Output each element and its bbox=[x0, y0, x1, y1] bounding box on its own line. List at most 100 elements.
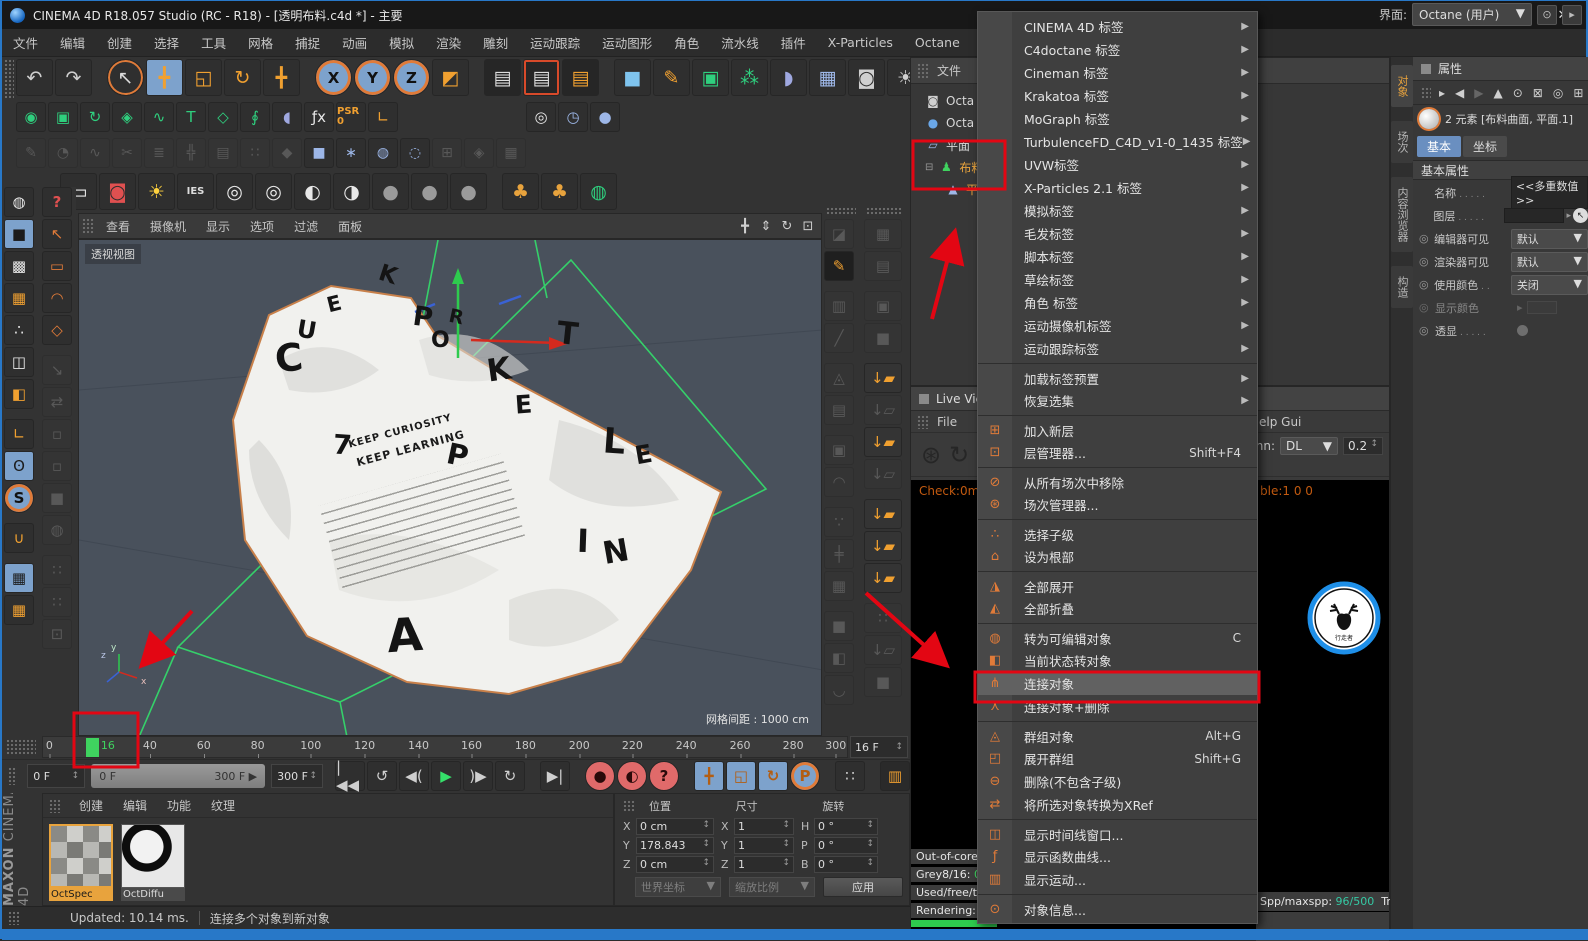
toolbar-icon[interactable]: Y bbox=[354, 59, 391, 96]
context-menu-tag-item[interactable]: 加载标签预置 ▶ bbox=[978, 363, 1257, 389]
keyframe-radio-icon[interactable]: ◎ bbox=[1419, 324, 1431, 337]
tool-icon[interactable]: ◇ bbox=[42, 315, 72, 345]
toolbar-icon[interactable]: ╋ bbox=[146, 59, 183, 96]
menu-item[interactable]: 雕刻 bbox=[472, 29, 519, 56]
object-label[interactable]: Octa bbox=[946, 116, 974, 130]
side-tab[interactable]: 构造 bbox=[1391, 266, 1413, 308]
context-menu-tag-item[interactable]: 角色 标签 ▶ bbox=[978, 291, 1257, 314]
mode-icon[interactable]: ∴ bbox=[4, 315, 34, 345]
tool-icon[interactable]: ▣ bbox=[824, 435, 854, 465]
toolbar-icon[interactable]: ⁂ bbox=[731, 59, 768, 96]
coord-input[interactable]: 0 ° ↕ bbox=[814, 818, 878, 835]
viewport-menu-item[interactable]: 过滤 bbox=[284, 218, 328, 235]
interface-dropdown[interactable]: Octane (用户) ▼ bbox=[1412, 3, 1532, 26]
menu-item[interactable]: 创建 bbox=[96, 29, 143, 56]
menu-item[interactable]: 选择 bbox=[143, 29, 190, 56]
viewport-menu-item[interactable]: 摄像机 bbox=[140, 218, 196, 235]
tool-icon[interactable]: ⇄ bbox=[42, 387, 72, 417]
menu-item[interactable]: 动画 bbox=[331, 29, 378, 56]
material-menu-item[interactable]: 创建 bbox=[69, 797, 113, 814]
context-menu-tag-item[interactable]: TurbulenceFD_C4D_v1-0_1435 标签 ▶ bbox=[978, 130, 1257, 153]
tool-icon[interactable]: ↓▰ bbox=[864, 531, 902, 561]
menu-item[interactable]: 模拟 bbox=[378, 29, 425, 56]
playback-button[interactable]: ● bbox=[585, 761, 615, 791]
context-menu-item[interactable]: ◬ 群组对象 Alt+G bbox=[978, 721, 1257, 747]
context-menu-item[interactable]: ◫ 显示时间线窗口... bbox=[978, 819, 1257, 845]
toolbar-icon[interactable]: ✎ bbox=[653, 59, 690, 96]
context-menu-tag-item[interactable]: Krakatoa 标签 ▶ bbox=[978, 84, 1257, 107]
attribute-dropdown[interactable]: 关闭 ▼ bbox=[1510, 274, 1588, 295]
current-frame-spinner[interactable]: 16 F ↕ bbox=[850, 736, 908, 758]
tool-icon[interactable]: ▭ bbox=[42, 251, 72, 281]
mode-icon[interactable]: ◧ bbox=[4, 379, 34, 409]
toolbar-icon[interactable]: ≣ bbox=[144, 138, 174, 168]
tool-icon[interactable]: ↓▰ bbox=[864, 427, 902, 457]
context-menu-tag-item[interactable]: 模拟标签 ▶ bbox=[978, 199, 1257, 222]
mode-icon[interactable]: ■ bbox=[4, 219, 34, 249]
viewport-nav-icon[interactable]: ⇕ bbox=[757, 219, 775, 234]
menu-item[interactable]: 网格 bbox=[237, 29, 284, 56]
panel-grip[interactable] bbox=[917, 62, 929, 79]
menu-item[interactable]: 编辑 bbox=[49, 29, 96, 56]
toolbar-icon[interactable]: ✎ bbox=[16, 138, 46, 168]
xray-toggle[interactable] bbox=[1517, 325, 1528, 336]
attr-tool-icon[interactable]: ⊞ bbox=[1573, 86, 1583, 100]
color-swatch-field[interactable]: ▸ bbox=[1517, 301, 1557, 314]
tool-icon[interactable]: ◪ bbox=[824, 219, 854, 249]
tool-icon[interactable]: ✎ bbox=[824, 251, 854, 281]
tool-icon[interactable]: ■ bbox=[864, 323, 902, 353]
context-menu-tag-item[interactable]: 恢复选集 ▶ bbox=[978, 389, 1257, 412]
mode-icon[interactable]: ▦ bbox=[4, 563, 34, 593]
frame-range-slider[interactable]: 0 F 300 F ▶ bbox=[91, 764, 266, 788]
mode-icon[interactable]: ▩ bbox=[4, 251, 34, 281]
tool-icon[interactable]: ▫ bbox=[42, 419, 72, 449]
toolbar-icon[interactable]: ● bbox=[411, 173, 448, 210]
viewport-nav-icon[interactable]: ⊡ bbox=[799, 219, 817, 234]
viewport-menu-item[interactable]: 显示 bbox=[196, 218, 240, 235]
toolbar-icon[interactable]: ▤ bbox=[523, 59, 560, 96]
tool-icon[interactable]: ■ bbox=[824, 611, 854, 641]
toolbar-icon[interactable]: X bbox=[315, 59, 352, 96]
tool-icon[interactable]: ◠ bbox=[42, 283, 72, 313]
toolbar-icon[interactable]: ◖ bbox=[272, 102, 302, 132]
scale-mode-dropdown[interactable]: 缩放比例 ▼ bbox=[729, 877, 815, 897]
tool-icon[interactable]: ? bbox=[42, 187, 72, 217]
viewport-menu-item[interactable]: 查看 bbox=[96, 218, 140, 235]
om-file-menu[interactable]: 文件 bbox=[937, 62, 961, 79]
timeline-ruler[interactable]: 0 40 60 80 100 120 140 160 180 200 220 240 260 280 300… bbox=[42, 736, 848, 758]
tool-icon[interactable]: ▤ bbox=[824, 395, 854, 425]
playback-button[interactable]: ▥ bbox=[880, 761, 910, 791]
viewport-nav-icon[interactable]: ╋ bbox=[736, 219, 754, 234]
side-tab[interactable]: 内容浏览器 bbox=[1391, 177, 1413, 252]
toolbar-icon[interactable]: ◌ bbox=[400, 138, 430, 168]
toolbar-icon[interactable]: ■ bbox=[614, 59, 651, 96]
context-menu-tag-item[interactable]: 毛发标签 ▶ bbox=[978, 222, 1257, 245]
context-menu-item[interactable]: ◍ 转为可编辑对象 C bbox=[978, 623, 1257, 649]
toolbar-icon[interactable]: ● bbox=[590, 102, 620, 132]
context-menu-item[interactable]: ⋏ 连接对象+删除 bbox=[978, 695, 1257, 718]
context-menu-tag-item[interactable]: UVW标签 ▶ bbox=[978, 153, 1257, 176]
toolbar-icon[interactable]: ▦ bbox=[809, 59, 846, 96]
name-input[interactable]: <<多重数值>> bbox=[1510, 176, 1588, 209]
material-thumbnail[interactable]: OctSpec bbox=[49, 824, 115, 908]
context-menu-tag-item[interactable]: 运动摄像机标签 ▶ bbox=[978, 314, 1257, 337]
panel-grip[interactable] bbox=[1421, 86, 1431, 99]
toolbar-icon[interactable]: ● bbox=[450, 173, 487, 210]
toolbar-icon[interactable]: ◇ bbox=[208, 102, 238, 132]
apply-button[interactable]: 应用 bbox=[823, 877, 903, 897]
toolbar-icon[interactable]: ◎ bbox=[526, 102, 556, 132]
toolbar-grip[interactable] bbox=[4, 59, 14, 99]
tool-icon[interactable]: ▦ bbox=[864, 219, 902, 249]
context-menu-tag-item[interactable]: 脚本标签 ▶ bbox=[978, 245, 1257, 268]
lv-right-menus[interactable]: elp Gui bbox=[1259, 415, 1301, 429]
toolbar-icon[interactable]: ↷ bbox=[55, 59, 92, 96]
toolbar-icon[interactable]: T bbox=[176, 102, 206, 132]
toolbar-icon[interactable]: ◈ bbox=[112, 102, 142, 132]
attr-tool-icon[interactable]: ⊠ bbox=[1533, 86, 1543, 100]
panel-corner-icon[interactable]: ▸ bbox=[1562, 4, 1582, 25]
keyframe-radio-icon[interactable]: ◎ bbox=[1419, 301, 1431, 314]
menu-item[interactable]: 流水线 bbox=[710, 29, 770, 56]
mode-icon[interactable]: S bbox=[4, 483, 34, 513]
menu-item[interactable]: 角色 bbox=[663, 29, 710, 56]
start-frame-spinner[interactable]: 0 F ↕ bbox=[27, 764, 86, 788]
